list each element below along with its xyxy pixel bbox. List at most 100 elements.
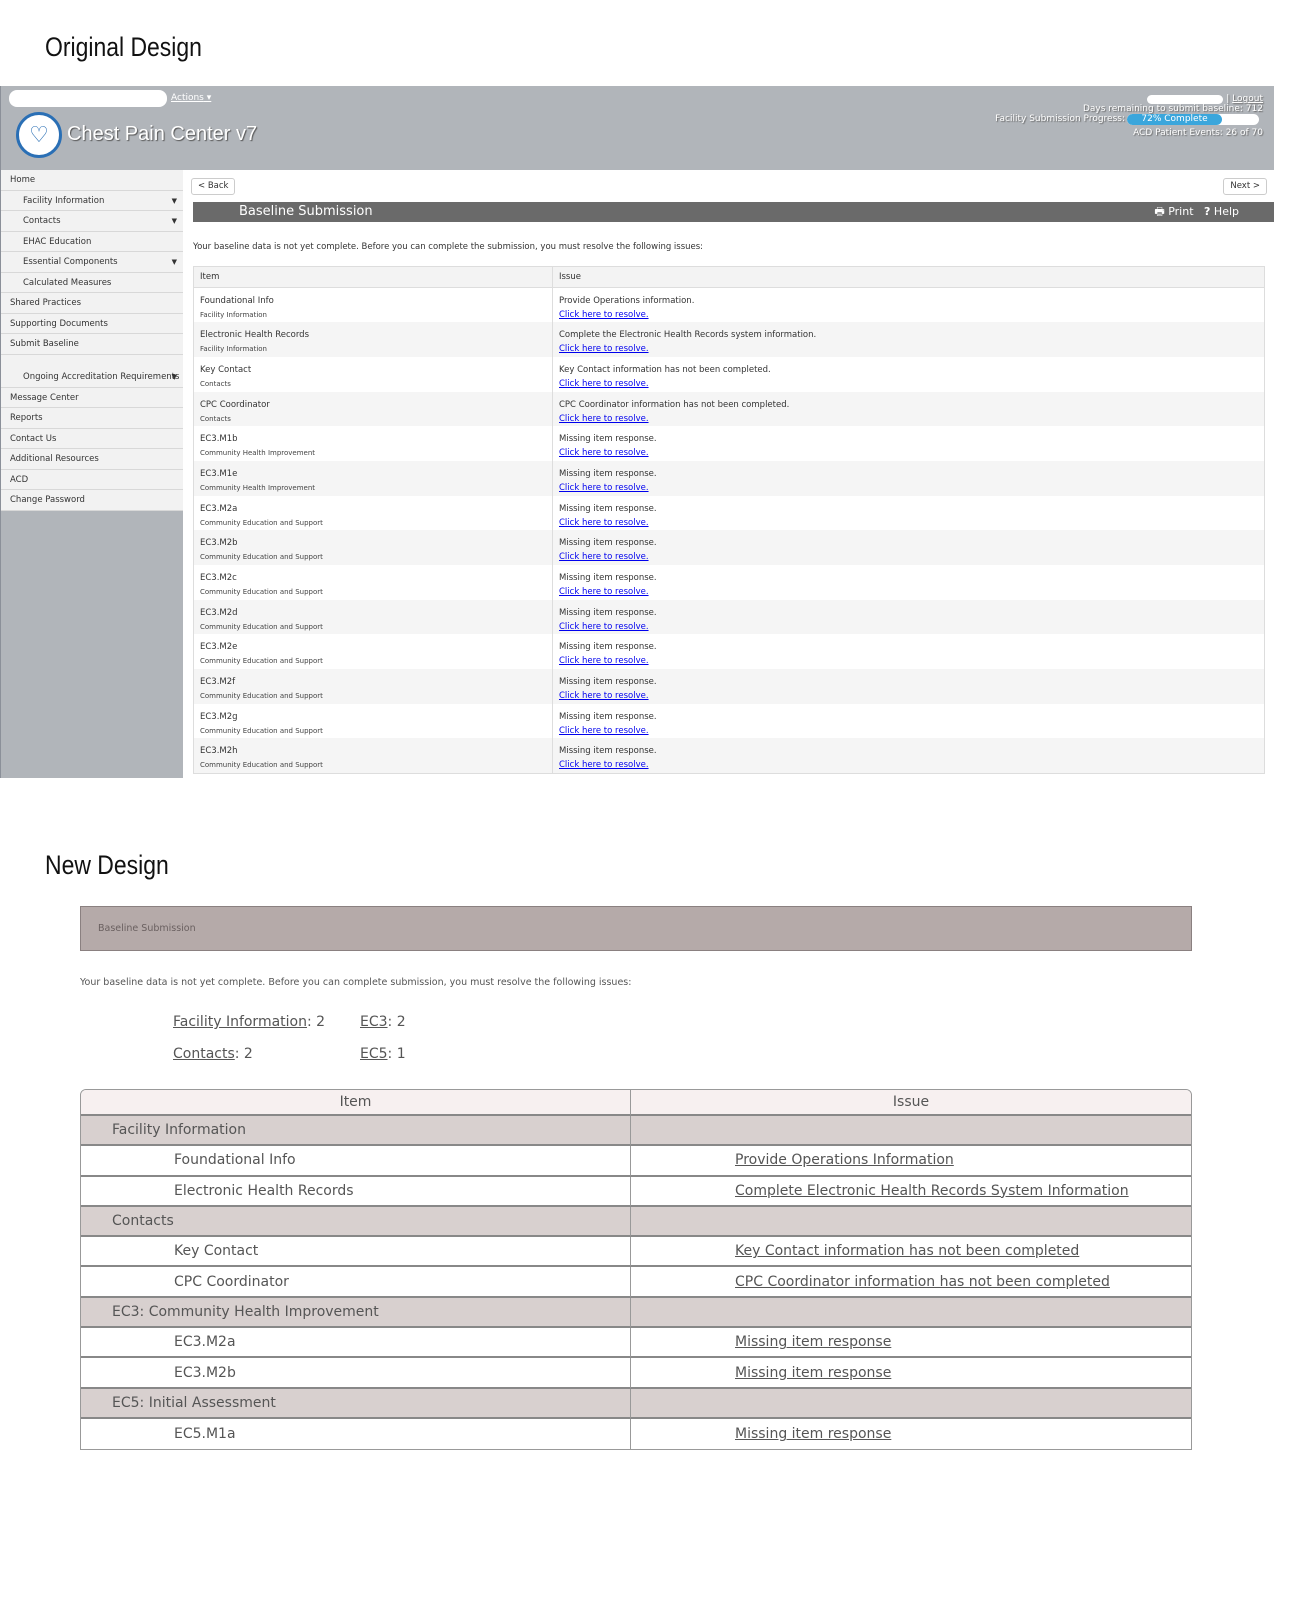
sidebar-item[interactable]: Essential Components ▼ bbox=[1, 252, 183, 273]
sidebar-item[interactable]: Supporting Documents bbox=[1, 313, 183, 334]
redacted-field bbox=[9, 90, 167, 107]
sidebar-item[interactable]: Shared Practices bbox=[1, 293, 183, 314]
sidebar-item[interactable]: Message Center bbox=[1, 387, 183, 408]
sidebar-item[interactable]: Facility Information ▼ bbox=[1, 190, 183, 211]
resolve-link[interactable]: Click here to resolve. bbox=[559, 760, 649, 770]
printer-icon: 🖶 bbox=[1154, 205, 1165, 218]
sidebar-item[interactable]: Calculated Measures bbox=[1, 272, 183, 293]
help-icon: ? bbox=[1204, 205, 1211, 218]
resolve-link[interactable]: Click here to resolve. bbox=[559, 587, 649, 597]
sidebar-item-label: Additional Resources bbox=[10, 454, 99, 464]
group-row: EC5: Initial Assessment bbox=[81, 1388, 1191, 1419]
table-row: Foundational Info Facility Information Pro… bbox=[193, 287, 1265, 323]
resolve-link[interactable]: Click here to resolve. bbox=[559, 379, 649, 389]
item-name: Key Contact bbox=[81, 1237, 631, 1268]
resolve-link[interactable]: Click here to resolve. bbox=[559, 483, 649, 493]
table-row: EC3.M2d Community Education and Support Mi… bbox=[193, 599, 1265, 635]
issue-link[interactable]: Missing item response bbox=[735, 1365, 891, 1381]
resolve-link[interactable]: Click here to resolve. bbox=[559, 691, 649, 701]
logo-icon: ♡ bbox=[16, 112, 62, 158]
resolve-link[interactable]: Click here to resolve. bbox=[559, 622, 649, 632]
sidebar-item[interactable]: Submit Baseline bbox=[1, 334, 183, 355]
resolve-link[interactable]: Click here to resolve. bbox=[559, 344, 649, 354]
caret-down-icon: ▼ bbox=[171, 258, 177, 266]
resolve-link[interactable]: Click here to resolve. bbox=[559, 726, 649, 736]
table-row: EC3.M2b Missing item response bbox=[81, 1358, 1191, 1389]
resolve-link[interactable]: Click here to resolve. bbox=[559, 552, 649, 562]
item-name: EC3.M1b bbox=[200, 434, 238, 445]
new-col-item: Item bbox=[81, 1090, 631, 1116]
issue-text: CPC Coordinator information has not been… bbox=[559, 399, 790, 410]
new-issues-table: Item Issue Facility Information Foundation… bbox=[80, 1089, 1192, 1451]
resolve-link[interactable]: Click here to resolve. bbox=[559, 414, 649, 424]
item-cell: EC3.M1b Community Health Improvement bbox=[193, 426, 553, 461]
item-name: EC3.M2g bbox=[200, 711, 238, 722]
sidebar-item[interactable]: Home bbox=[1, 170, 183, 191]
item-name: Electronic Health Records bbox=[200, 330, 310, 341]
actions-menu[interactable]: Actions ▾ bbox=[171, 93, 211, 103]
summary-contacts[interactable]: Contacts: 2 bbox=[173, 1046, 253, 1062]
item-section: Community Education and Support bbox=[200, 761, 323, 770]
issue-cell: Missing item response. Click here to reso… bbox=[552, 703, 1265, 739]
item-name: EC3.M2a bbox=[200, 503, 238, 514]
caret-down-icon: ▼ bbox=[171, 196, 177, 205]
issue-cell: Missing item response. Click here to reso… bbox=[552, 426, 1265, 461]
sidebar-item[interactable]: ACD bbox=[1, 469, 183, 490]
issue-cell: Missing item response bbox=[631, 1419, 1191, 1449]
summary-ec5[interactable]: EC5: 1 bbox=[360, 1046, 406, 1062]
resolve-link[interactable]: Click here to resolve. bbox=[559, 518, 649, 528]
issue-link[interactable]: CPC Coordinator information has not been… bbox=[735, 1274, 1110, 1290]
issue-cell: Missing item response. Click here to reso… bbox=[552, 634, 1265, 670]
issue-link[interactable]: Key Contact information has not been com… bbox=[735, 1243, 1079, 1259]
item-name: CPC Coordinator bbox=[81, 1267, 631, 1298]
item-section: Community Education and Support bbox=[200, 588, 323, 596]
resolve-link[interactable]: Click here to resolve. bbox=[559, 448, 649, 458]
issue-text: Missing item response. bbox=[559, 468, 657, 479]
item-cell: EC3.M2f Community Education and Support bbox=[193, 669, 553, 704]
sidebar-item[interactable]: Reports bbox=[1, 408, 183, 429]
table-row: EC3.M2f Community Education and Support Mi… bbox=[193, 669, 1265, 704]
issue-text: Missing item response. bbox=[559, 642, 657, 653]
summary-ec3[interactable]: EC3: 2 bbox=[360, 1014, 406, 1030]
sidebar-item[interactable]: EHAC Education bbox=[1, 231, 183, 252]
help-button[interactable]: ? Help bbox=[1204, 205, 1239, 218]
issue-link[interactable]: Provide Operations Information bbox=[735, 1152, 954, 1168]
table-row: EC3.M1e Community Health Improvement Missi… bbox=[193, 460, 1265, 496]
issue-cell: Missing item response bbox=[631, 1358, 1191, 1389]
item-section: Contacts bbox=[200, 414, 231, 423]
sidebar-item-label: ACD bbox=[10, 474, 29, 485]
summary-facility[interactable]: Facility Information: 2 bbox=[173, 1014, 325, 1030]
item-name: Foundational Info bbox=[81, 1146, 631, 1177]
item-section: Community Education and Support bbox=[200, 726, 323, 735]
issue-text: Provide Operations information. bbox=[559, 296, 695, 306]
sidebar-item[interactable]: Contacts ▼ bbox=[1, 211, 183, 232]
logout-link[interactable]: | Logout bbox=[1226, 94, 1263, 104]
back-button[interactable]: < Back bbox=[191, 178, 236, 195]
issue-link[interactable]: Missing item response bbox=[735, 1426, 891, 1442]
issue-cell: Provide Operations information. Click her… bbox=[552, 287, 1265, 323]
app-header: Actions ▾ ♡ Chest Pain Center v7 | Logou… bbox=[1, 86, 1274, 170]
resolve-link[interactable]: Click here to resolve. bbox=[559, 310, 649, 320]
table-row: CPC Coordinator Contacts CPC Coordinator i… bbox=[193, 391, 1265, 427]
issue-cell: Complete the Electronic Health Records s… bbox=[552, 322, 1265, 357]
sidebar-item[interactable]: Ongoing Accreditation Requirements ▼ bbox=[1, 354, 183, 388]
issue-link[interactable]: Missing item response bbox=[735, 1334, 891, 1350]
sidebar-item[interactable]: Change Password bbox=[1, 490, 183, 511]
sidebar-item-label: Reports bbox=[10, 413, 43, 423]
group-name: EC5: Initial Assessment bbox=[81, 1388, 631, 1419]
issue-link[interactable]: Complete Electronic Health Records Syste… bbox=[735, 1183, 1129, 1199]
sidebar-item-label: Contact Us bbox=[10, 433, 57, 444]
item-cell: EC3.M2g Community Education and Support bbox=[193, 703, 553, 739]
print-button[interactable]: 🖶 Print bbox=[1154, 205, 1193, 218]
next-button[interactable]: Next > bbox=[1223, 178, 1267, 195]
sidebar-item-label: Contacts bbox=[23, 216, 61, 226]
col-item: Item bbox=[193, 266, 553, 288]
sidebar-item[interactable]: Additional Resources bbox=[1, 449, 183, 470]
table-row: Foundational Info Provide Operations Info… bbox=[81, 1146, 1191, 1177]
sidebar-item-label: Change Password bbox=[10, 495, 85, 505]
sidebar-item[interactable]: Contact Us bbox=[1, 428, 183, 449]
item-cell: EC3.M2d Community Education and Support bbox=[193, 599, 553, 635]
item-name: EC3.M2h bbox=[200, 746, 238, 757]
resolve-link[interactable]: Click here to resolve. bbox=[559, 656, 649, 666]
table-row: EC3.M2c Community Education and Support Mi… bbox=[193, 565, 1265, 600]
